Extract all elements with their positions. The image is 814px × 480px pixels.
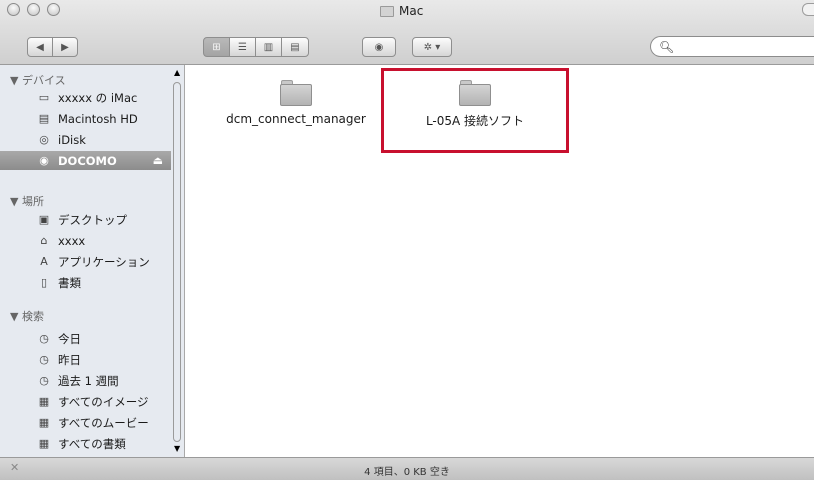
sidebar-item-today[interactable]: ◷ 今日 [0,329,171,348]
sidebar-item-past-week[interactable]: ◷ 過去 1 週間 [0,371,171,390]
icon-view-icon: ⊞ [212,41,221,53]
sidebar-item-label: DOCOMO [58,153,117,168]
minimize-button[interactable] [27,3,40,16]
sidebar-item-label: 昨日 [58,352,81,367]
sidebar-item-yesterday[interactable]: ◷ 昨日 [0,350,171,369]
window-title-text: Mac [399,4,424,18]
sidebar-item-label: 今日 [58,331,81,346]
sidebar-item-macintosh-hd[interactable]: ▤ Macintosh HD [0,109,171,128]
smart-folder-icon: ▦ [38,395,50,408]
toolbar-toggle-button[interactable] [802,3,814,16]
sidebar-item-label: すべての書類 [58,436,126,451]
scroll-down-icon[interactable]: ▼ [174,444,180,453]
home-icon: ⌂ [40,234,48,247]
file-browser: dcm_connect_manager L-05A 接続ソフト [186,65,814,457]
close-button[interactable] [7,3,20,16]
folder-icon [380,5,394,17]
sidebar-heading-devices: ▼ デバイス [10,74,66,87]
coverflow-view-icon: ▤ [290,41,300,53]
sidebar-item-label: Macintosh HD [58,111,138,126]
sidebar-scrollbar[interactable]: ▲ ▼ [171,68,184,454]
sidebar-item-all-images[interactable]: ▦ すべてのイメージ [0,392,171,411]
column-view-button[interactable]: ▥ [255,37,282,57]
documents-icon: ▯ [40,276,48,289]
quicklook-button[interactable]: ◉ [362,37,396,57]
folder-icon [280,80,312,106]
sidebar-item-idisk[interactable]: ◎ iDisk [0,130,171,149]
clock-icon: ◷ [39,353,49,366]
title-toolbar: Mac ◀ ▶ ⊞ ☰ ▥ ▤ ◉ ✲ ▾ 🔍︎ [0,0,814,65]
sidebar-item-label: iDisk [58,132,86,147]
action-menu-button[interactable]: ✲ ▾ [412,37,452,57]
eye-icon: ◉ [374,41,384,53]
sidebar-item-label: xxxxx の iMac [58,90,138,105]
file-item-dcm-connect-manager[interactable]: dcm_connect_manager [211,80,381,126]
imac-icon: ▭ [38,91,50,104]
forward-arrow-icon: ▶ [61,41,69,53]
sidebar-item-home[interactable]: ⌂ xxxx [0,231,171,250]
back-button[interactable]: ◀ [27,37,53,57]
sidebar-heading-row: ▼ 検索 [0,308,171,324]
applications-icon: A [40,255,48,268]
column-view-icon: ▥ [263,41,274,53]
eject-icon[interactable]: ⏏ [153,154,163,167]
coverflow-view-button[interactable]: ▤ [281,37,309,57]
clock-icon: ◷ [39,332,49,345]
sidebar-item-docomo[interactable]: ◉ DOCOMO ⏏ [0,151,171,170]
smart-folder-icon: ▦ [38,437,50,450]
icon-view-button[interactable]: ⊞ [203,37,230,57]
sidebar-item-label: 書類 [58,275,81,290]
sidebar-item-label: すべてのイメージ [58,394,149,409]
sidebar-item-label: 過去 1 週間 [58,373,119,388]
finder-window: Mac ◀ ▶ ⊞ ☰ ▥ ▤ ◉ ✲ ▾ 🔍︎ ▼ デバイス ▭ xxxxx … [0,0,814,480]
sidebar-item-applications[interactable]: A アプリケーション [0,252,171,271]
scroll-up-icon[interactable]: ▲ [174,68,180,77]
highlight-box [381,68,569,153]
sidebar-item-label: xxxx [58,233,86,248]
sidebar: ▼ デバイス ▭ xxxxx の iMac ▤ Macintosh HD ◎ i… [0,65,185,457]
sidebar-heading-places: ▼ 場所 [10,195,44,208]
scroll-thumb[interactable] [173,82,181,442]
idisk-icon: ◎ [39,133,49,146]
status-bar: ✕ 4 項目、0 KB 空き [0,457,814,480]
status-text: 4 項目、0 KB 空き [364,467,450,478]
hard-drive-icon: ▤ [38,112,50,125]
sidebar-item-label: すべてのムービー [58,415,149,430]
sidebar-item-label: アプリケーション [58,254,150,269]
file-name: dcm_connect_manager [226,112,366,126]
back-arrow-icon: ◀ [36,41,44,53]
disk-icon: ◉ [39,154,49,167]
smart-folder-icon: ▦ [38,416,50,429]
list-view-icon: ☰ [238,41,247,53]
window-title: Mac [380,3,423,19]
list-view-button[interactable]: ☰ [229,37,256,57]
sidebar-item-all-movies[interactable]: ▦ すべてのムービー [0,413,171,432]
sidebar-item-desktop[interactable]: ▣ デスクトップ [0,210,171,229]
sidebar-item-label: デスクトップ [58,212,127,227]
sidebar-item-all-documents[interactable]: ▦ すべての書類 [0,434,171,453]
forward-button[interactable]: ▶ [52,37,78,57]
search-field[interactable]: 🔍︎ [650,36,814,57]
gear-icon: ✲ ▾ [423,41,441,53]
desktop-icon: ▣ [38,213,50,226]
sidebar-item-documents[interactable]: ▯ 書類 [0,273,171,292]
sidebar-item-imac[interactable]: ▭ xxxxx の iMac [0,88,171,107]
search-icon: 🔍︎ [659,40,675,54]
sidebar-heading-search: ▼ 検索 [10,310,44,323]
zoom-button[interactable] [47,3,60,16]
clock-icon: ◷ [39,374,49,387]
